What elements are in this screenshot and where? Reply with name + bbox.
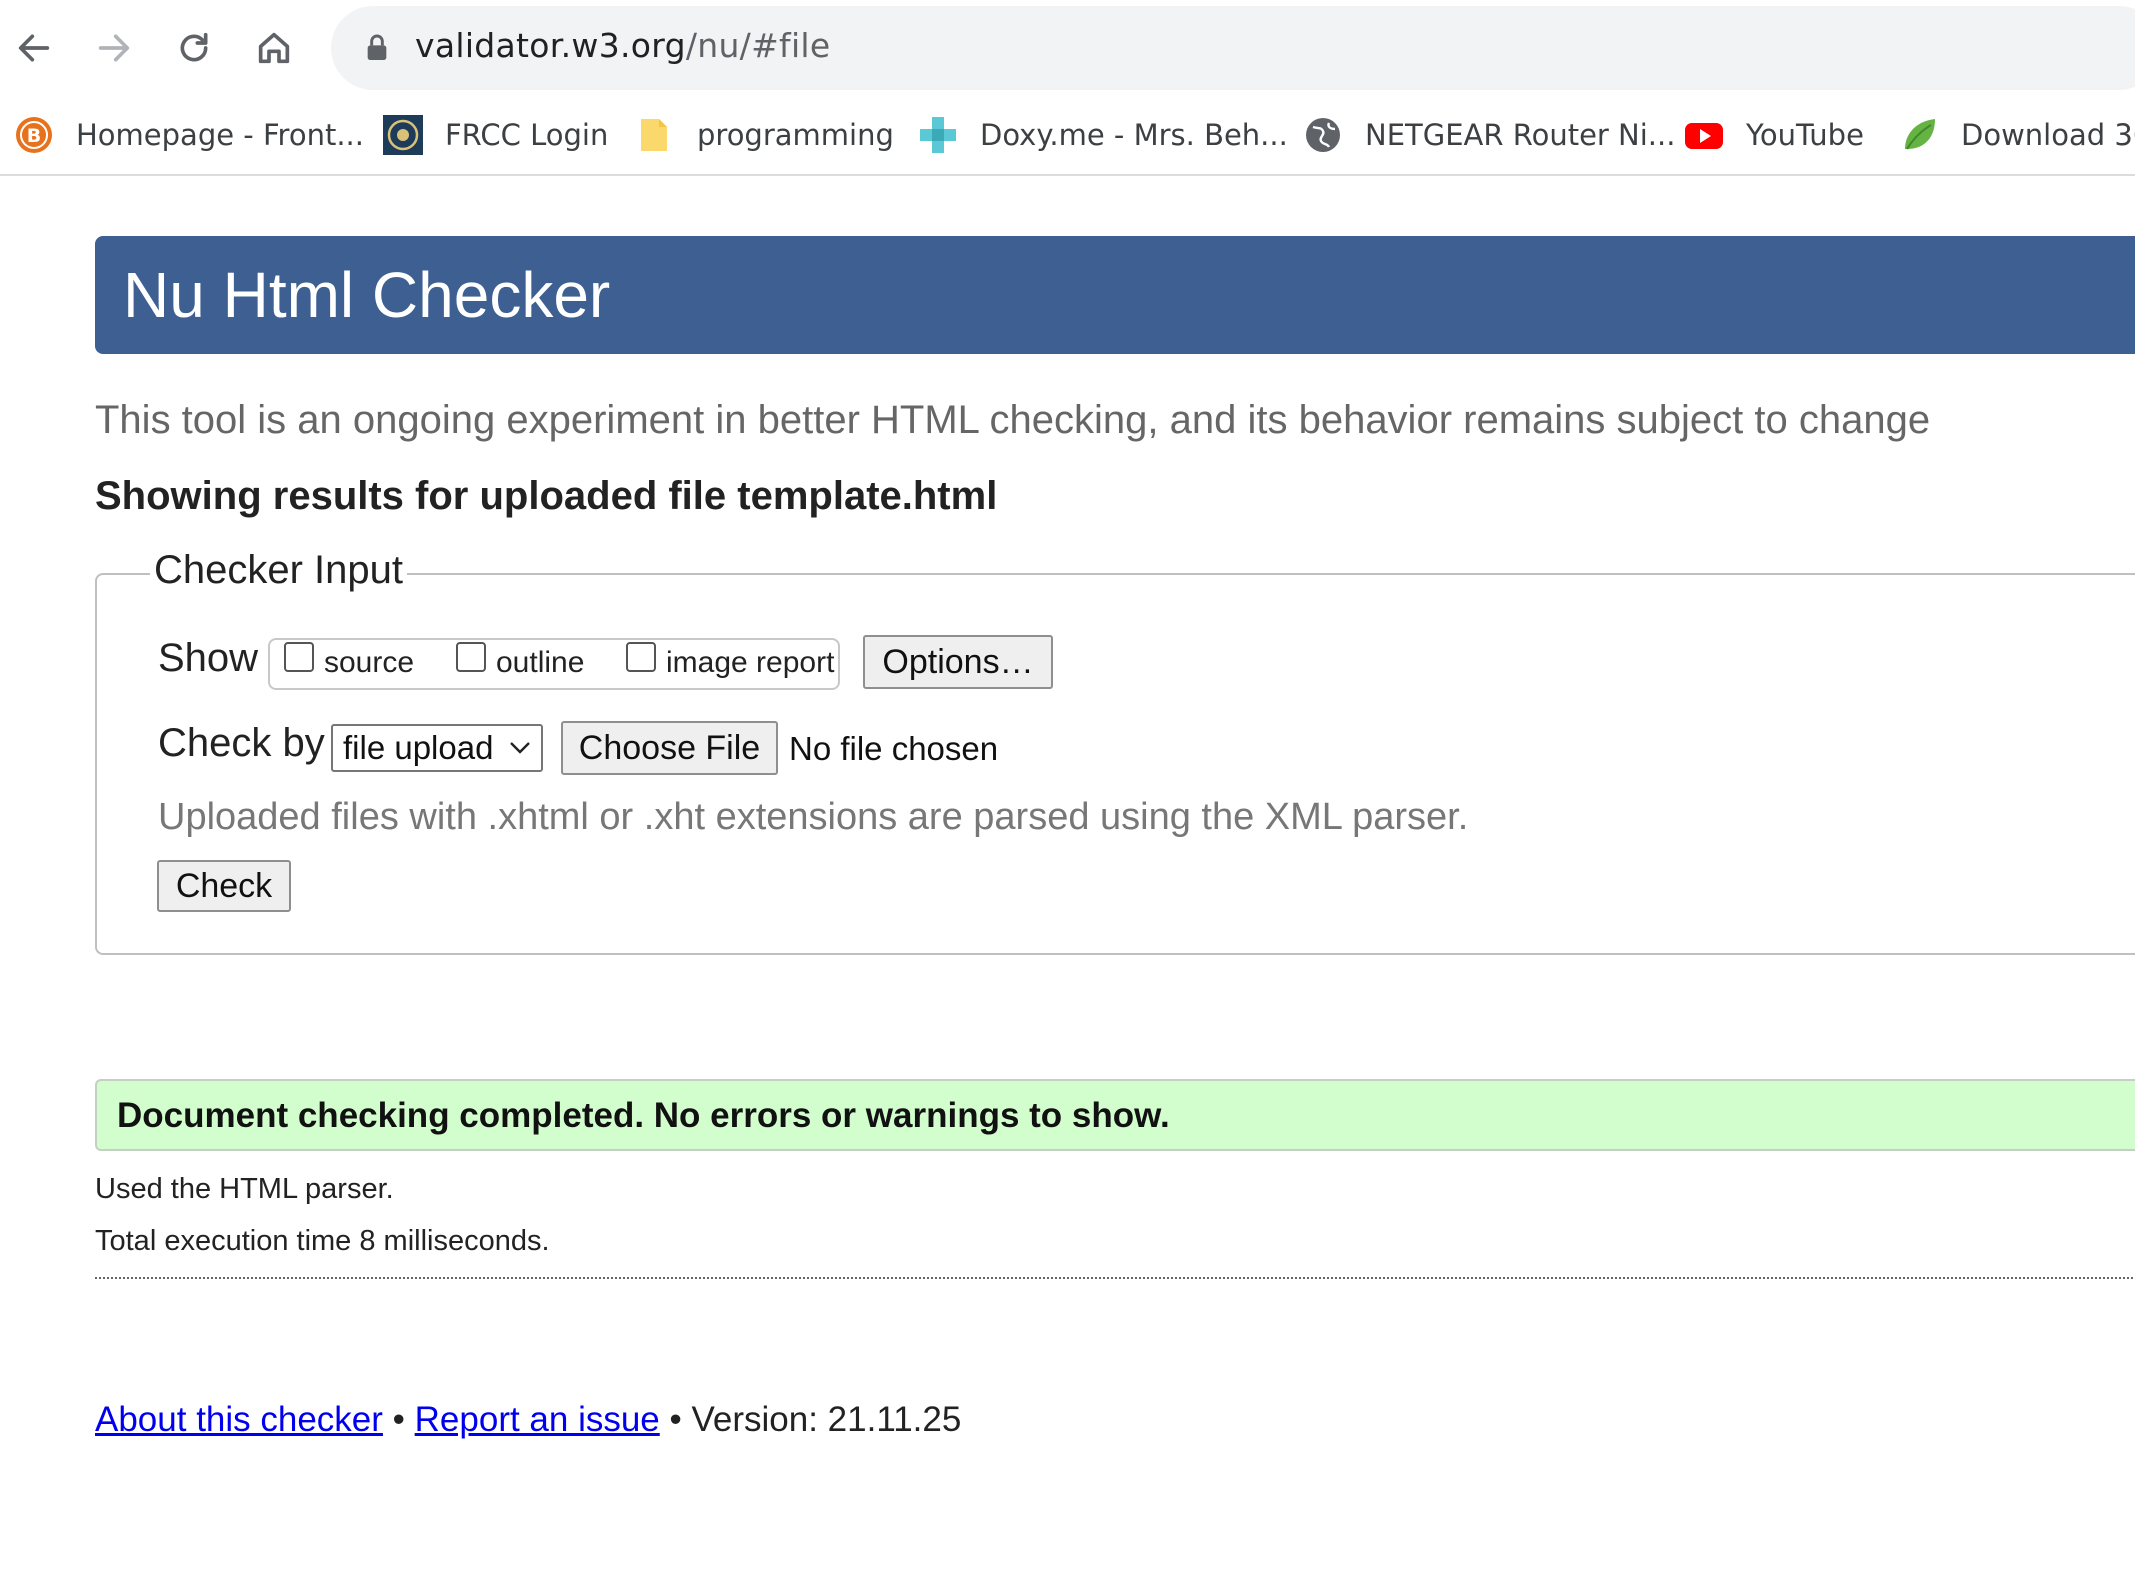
bookmarks-bar: B Homepage - Front... FRCC Login program… bbox=[0, 96, 2135, 176]
outline-checkbox[interactable]: outline bbox=[456, 642, 585, 680]
bookmark-netgear[interactable]: NETGEAR Router Ni... bbox=[1303, 110, 1675, 160]
check-by-select[interactable]: file upload bbox=[331, 724, 543, 772]
home-icon bbox=[258, 32, 290, 64]
footer: About this checker • Report an issue • V… bbox=[95, 1400, 961, 1440]
arrow-right-icon bbox=[98, 34, 130, 62]
plus-cross-icon bbox=[920, 117, 956, 153]
bookmark-label: Doxy.me - Mrs. Beh... bbox=[980, 118, 1288, 152]
divider bbox=[95, 1277, 2135, 1279]
url-text: validator.w3.org/nu/#file bbox=[415, 26, 831, 65]
check-by-value: file upload bbox=[343, 729, 494, 766]
svg-text:B: B bbox=[27, 125, 41, 147]
show-options-group: source outline image report bbox=[268, 638, 840, 690]
check-by-label: Check by bbox=[158, 721, 325, 765]
checkbox-label: outline bbox=[496, 646, 585, 679]
bookmark-label: programming bbox=[697, 118, 894, 152]
checkbox-label: image report bbox=[666, 646, 835, 679]
check-button[interactable]: Check bbox=[157, 860, 291, 912]
version-text: • Version: 21.11.25 bbox=[659, 1400, 962, 1439]
success-message: Document checking completed. No errors o… bbox=[117, 1096, 1170, 1135]
folder-icon bbox=[641, 119, 667, 151]
chevron-down-icon bbox=[510, 742, 530, 754]
results-heading: Showing results for uploaded file templa… bbox=[95, 474, 998, 518]
bookmark-label: Download 30 bbox=[1961, 118, 2135, 152]
show-label: Show bbox=[158, 636, 259, 680]
arrow-left-icon bbox=[18, 34, 50, 62]
reload-icon bbox=[180, 32, 208, 62]
xml-parser-note: Uploaded files with .xhtml or .xht exten… bbox=[158, 796, 1469, 838]
about-checker-link[interactable]: About this checker bbox=[95, 1400, 383, 1439]
source-checkbox[interactable]: source bbox=[284, 642, 415, 680]
footer-separator: • bbox=[382, 1400, 415, 1439]
home-button[interactable] bbox=[244, 18, 304, 78]
no-file-chosen-text: No file chosen bbox=[789, 730, 999, 767]
b-circle-icon: B bbox=[16, 117, 52, 153]
bookmark-youtube[interactable]: YouTube bbox=[1684, 110, 1864, 160]
back-button[interactable] bbox=[4, 18, 64, 78]
browser-toolbar: validator.w3.org/nu/#file bbox=[0, 0, 2135, 96]
frcc-seal-icon bbox=[383, 115, 423, 155]
address-bar[interactable]: validator.w3.org/nu/#file bbox=[331, 6, 2135, 90]
leaf-icon bbox=[1905, 119, 1935, 150]
bookmark-label: YouTube bbox=[1746, 118, 1864, 152]
bookmark-programming[interactable]: programming bbox=[635, 110, 894, 160]
image-report-checkbox[interactable]: image report bbox=[626, 642, 835, 680]
bookmark-frcc-login[interactable]: FRCC Login bbox=[383, 110, 608, 160]
checkbox-label: source bbox=[324, 646, 415, 679]
forward-button[interactable] bbox=[84, 18, 144, 78]
bookmark-label: Homepage - Front... bbox=[76, 118, 364, 152]
report-issue-link[interactable]: Report an issue bbox=[415, 1400, 660, 1439]
youtube-icon bbox=[1685, 123, 1723, 149]
lock-icon bbox=[367, 34, 387, 60]
checkbox-box[interactable] bbox=[626, 642, 656, 672]
parser-note: Used the HTML parser. bbox=[95, 1173, 394, 1205]
tagline: This tool is an ongoing experiment in be… bbox=[95, 398, 1931, 442]
globe-icon bbox=[1306, 118, 1340, 152]
page-title: Nu Html Checker bbox=[123, 259, 611, 331]
bookmark-doxy[interactable]: Doxy.me - Mrs. Beh... bbox=[918, 110, 1288, 160]
bookmark-homepage[interactable]: B Homepage - Front... bbox=[14, 110, 364, 160]
bookmark-download[interactable]: Download 30 bbox=[1899, 110, 2135, 160]
checker-input-legend: Checker Input bbox=[150, 548, 408, 593]
page-header: Nu Html Checker bbox=[95, 236, 2135, 354]
bookmark-label: FRCC Login bbox=[445, 118, 609, 152]
options-button[interactable]: Options… bbox=[863, 635, 1053, 689]
checkbox-box[interactable] bbox=[284, 642, 314, 672]
choose-file-button[interactable]: Choose File bbox=[561, 721, 778, 775]
reload-button[interactable] bbox=[164, 18, 224, 78]
success-message-box: Document checking completed. No errors o… bbox=[95, 1079, 2135, 1151]
bookmark-label: NETGEAR Router Ni... bbox=[1365, 118, 1676, 152]
execution-time: Total execution time 8 milliseconds. bbox=[95, 1225, 550, 1257]
checkbox-box[interactable] bbox=[456, 642, 486, 672]
